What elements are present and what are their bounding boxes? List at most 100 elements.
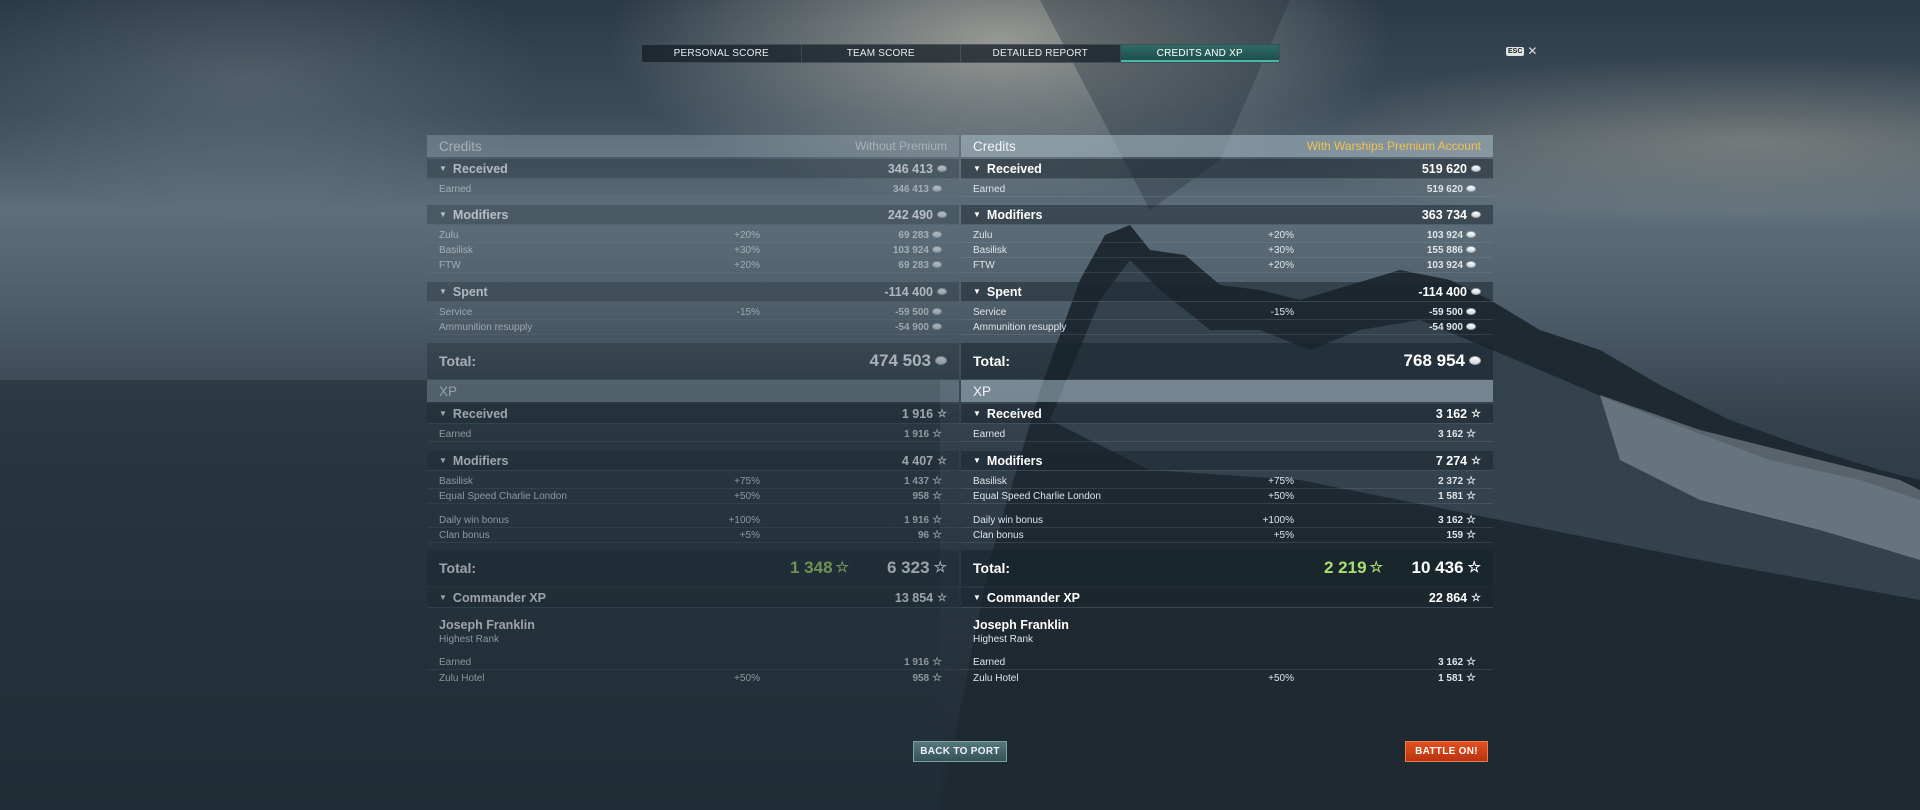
list-item: Equal Speed Charlie London +50% 1 581 ☆ bbox=[961, 489, 1493, 504]
credits-icon bbox=[932, 322, 942, 330]
credits-icon bbox=[1471, 287, 1481, 295]
xp-star-icon: ☆ bbox=[1471, 592, 1481, 604]
credits-icon bbox=[932, 260, 942, 268]
esc-key-label: ESC bbox=[1506, 46, 1525, 56]
credits-modifiers-section[interactable]: ▼ Modifiers 242 490 bbox=[427, 205, 959, 225]
battle-on-button[interactable]: BATTLE ON! bbox=[1405, 741, 1488, 762]
close-icon: ✕ bbox=[1527, 44, 1538, 58]
credits-spent-section[interactable]: ▼ Spent -114 400 bbox=[427, 282, 959, 302]
xp-star-icon: ☆ bbox=[1466, 672, 1476, 682]
section-label: Modifiers bbox=[986, 453, 1043, 468]
xp-star-icon: ☆ bbox=[932, 514, 942, 526]
section-value: -114 400 bbox=[884, 282, 947, 302]
credits-title: Credits bbox=[439, 138, 482, 154]
list-item: Clan bonus +5% 159 ☆ bbox=[961, 528, 1493, 543]
xp-total-row: Total: 2 219 ☆ 10 436 ☆ bbox=[961, 550, 1493, 586]
list-item: Zulu +20% 103 924 bbox=[961, 228, 1493, 243]
list-item: Daily win bonus +100% 3 162 ☆ bbox=[961, 513, 1493, 528]
section-value: 3 162 ☆ bbox=[1435, 407, 1481, 421]
xp-received-section[interactable]: ▼ Received 3 162 ☆ bbox=[961, 404, 1493, 424]
section-value: 519 620 bbox=[1422, 159, 1481, 179]
credits-spent-section[interactable]: ▼ Spent -114 400 bbox=[961, 282, 1493, 302]
back-to-port-button[interactable]: BACK TO PORT bbox=[913, 741, 1007, 762]
credits-received-section[interactable]: ▼ Received 519 620 bbox=[961, 159, 1493, 179]
mountain-island bbox=[0, 0, 1920, 810]
credits-icon bbox=[1466, 184, 1476, 192]
section-value: 346 413 bbox=[888, 159, 947, 179]
xp-star-icon: ☆ bbox=[937, 592, 947, 604]
tab-detailed-report[interactable]: DETAILED REPORT bbox=[961, 45, 1121, 62]
collapse-arrow-icon: ▼ bbox=[439, 456, 447, 465]
xp-star-icon: ☆ bbox=[932, 529, 942, 541]
total-label: Total: bbox=[439, 353, 477, 369]
credits-icon bbox=[1466, 230, 1476, 238]
section-label: Modifiers bbox=[452, 207, 509, 222]
credits-received-section[interactable]: ▼ Received 346 413 bbox=[427, 159, 959, 179]
xp-total-row: Total: 1 348 ☆ 6 323 ☆ bbox=[427, 550, 959, 586]
credits-modifiers-section[interactable]: ▼ Modifiers 363 734 bbox=[961, 205, 1493, 225]
collapse-arrow-icon: ▼ bbox=[973, 210, 981, 219]
section-label: Commander XP bbox=[986, 590, 1081, 605]
collapse-arrow-icon: ▼ bbox=[439, 593, 447, 602]
xp-total-value: 6 323 ☆ bbox=[887, 558, 947, 577]
credits-icon bbox=[1471, 210, 1481, 218]
xp-star-icon: ☆ bbox=[932, 428, 942, 440]
tab-team-score[interactable]: TEAM SCORE bbox=[802, 45, 961, 62]
xp-star-icon: ☆ bbox=[1466, 428, 1476, 440]
list-item: Ammunition resupply -54 900 bbox=[961, 320, 1493, 335]
credits-icon bbox=[937, 287, 947, 295]
commander-xp-section[interactable]: ▼ Commander XP 13 854 ☆ bbox=[427, 588, 959, 608]
list-item: Earned 3 162 ☆ bbox=[961, 655, 1493, 670]
section-label: Spent bbox=[452, 284, 488, 299]
tab-personal-score[interactable]: PERSONAL SCORE bbox=[642, 45, 802, 62]
panel-without-premium: Credits Without Premium ▼ Received 346 4… bbox=[427, 135, 959, 681]
credits-icon bbox=[932, 245, 942, 253]
list-item: Zulu Hotel +50% 1 581 ☆ bbox=[961, 671, 1493, 682]
credits-icon bbox=[935, 355, 947, 365]
xp-star-icon: ☆ bbox=[932, 656, 942, 668]
credits-icon bbox=[937, 164, 947, 172]
section-label: Received bbox=[452, 161, 508, 176]
credits-title: Credits bbox=[973, 138, 1016, 154]
list-item: Basilisk +30% 155 886 bbox=[961, 243, 1493, 258]
list-item: FTW +20% 69 283 bbox=[427, 258, 959, 273]
list-item: FTW +20% 103 924 bbox=[961, 258, 1493, 273]
list-item: Service -15% -59 500 bbox=[961, 305, 1493, 320]
xp-star-icon: ☆ bbox=[937, 455, 947, 467]
tab-credits-and-xp[interactable]: CREDITS AND XP bbox=[1120, 45, 1279, 62]
xp-received-section[interactable]: ▼ Received 1 916 ☆ bbox=[427, 404, 959, 424]
list-item: Basilisk +75% 1 437 ☆ bbox=[427, 474, 959, 489]
xp-header: XP bbox=[427, 380, 959, 402]
list-item: Equal Speed Charlie London +50% 958 ☆ bbox=[427, 489, 959, 504]
list-item: Service -15% -59 500 bbox=[427, 305, 959, 320]
xp-star-icon: ☆ bbox=[1466, 475, 1476, 487]
credits-icon bbox=[1466, 307, 1476, 315]
tab-bar: PERSONAL SCORE TEAM SCORE DETAILED REPOR… bbox=[641, 44, 1280, 63]
total-label: Total: bbox=[439, 560, 477, 576]
collapse-arrow-icon: ▼ bbox=[973, 456, 981, 465]
credits-icon bbox=[932, 307, 942, 315]
column-title: Without Premium bbox=[854, 139, 947, 153]
xp-modifiers-section[interactable]: ▼ Modifiers 7 274 ☆ bbox=[961, 451, 1493, 471]
xp-star-icon: ☆ bbox=[937, 408, 947, 420]
xp-title: XP bbox=[439, 383, 458, 399]
xp-title: XP bbox=[973, 383, 992, 399]
section-label: Received bbox=[986, 161, 1042, 176]
xp-star-icon: ☆ bbox=[932, 475, 942, 487]
close-button[interactable]: ESC ✕ bbox=[1506, 44, 1538, 58]
commander-name: Joseph Franklin bbox=[973, 618, 1069, 632]
xp-star-icon: ☆ bbox=[1467, 559, 1481, 576]
total-label: Total: bbox=[973, 353, 1011, 369]
collapse-arrow-icon: ▼ bbox=[973, 164, 981, 173]
xp-modifiers-section[interactable]: ▼ Modifiers 4 407 ☆ bbox=[427, 451, 959, 471]
credits-icon bbox=[932, 230, 942, 238]
list-item: Daily win bonus +100% 1 916 ☆ bbox=[427, 513, 959, 528]
credits-icon bbox=[1466, 245, 1476, 253]
list-item: Basilisk +75% 2 372 ☆ bbox=[961, 474, 1493, 489]
commander-xp-section[interactable]: ▼ Commander XP 22 864 ☆ bbox=[961, 588, 1493, 608]
commander-rank: Highest Rank bbox=[439, 634, 500, 645]
xp-star-icon: ☆ bbox=[1466, 529, 1476, 541]
list-item: Ammunition resupply -54 900 bbox=[427, 320, 959, 335]
xp-star-icon: ☆ bbox=[1466, 656, 1476, 668]
xp-star-icon: ☆ bbox=[1369, 559, 1383, 576]
